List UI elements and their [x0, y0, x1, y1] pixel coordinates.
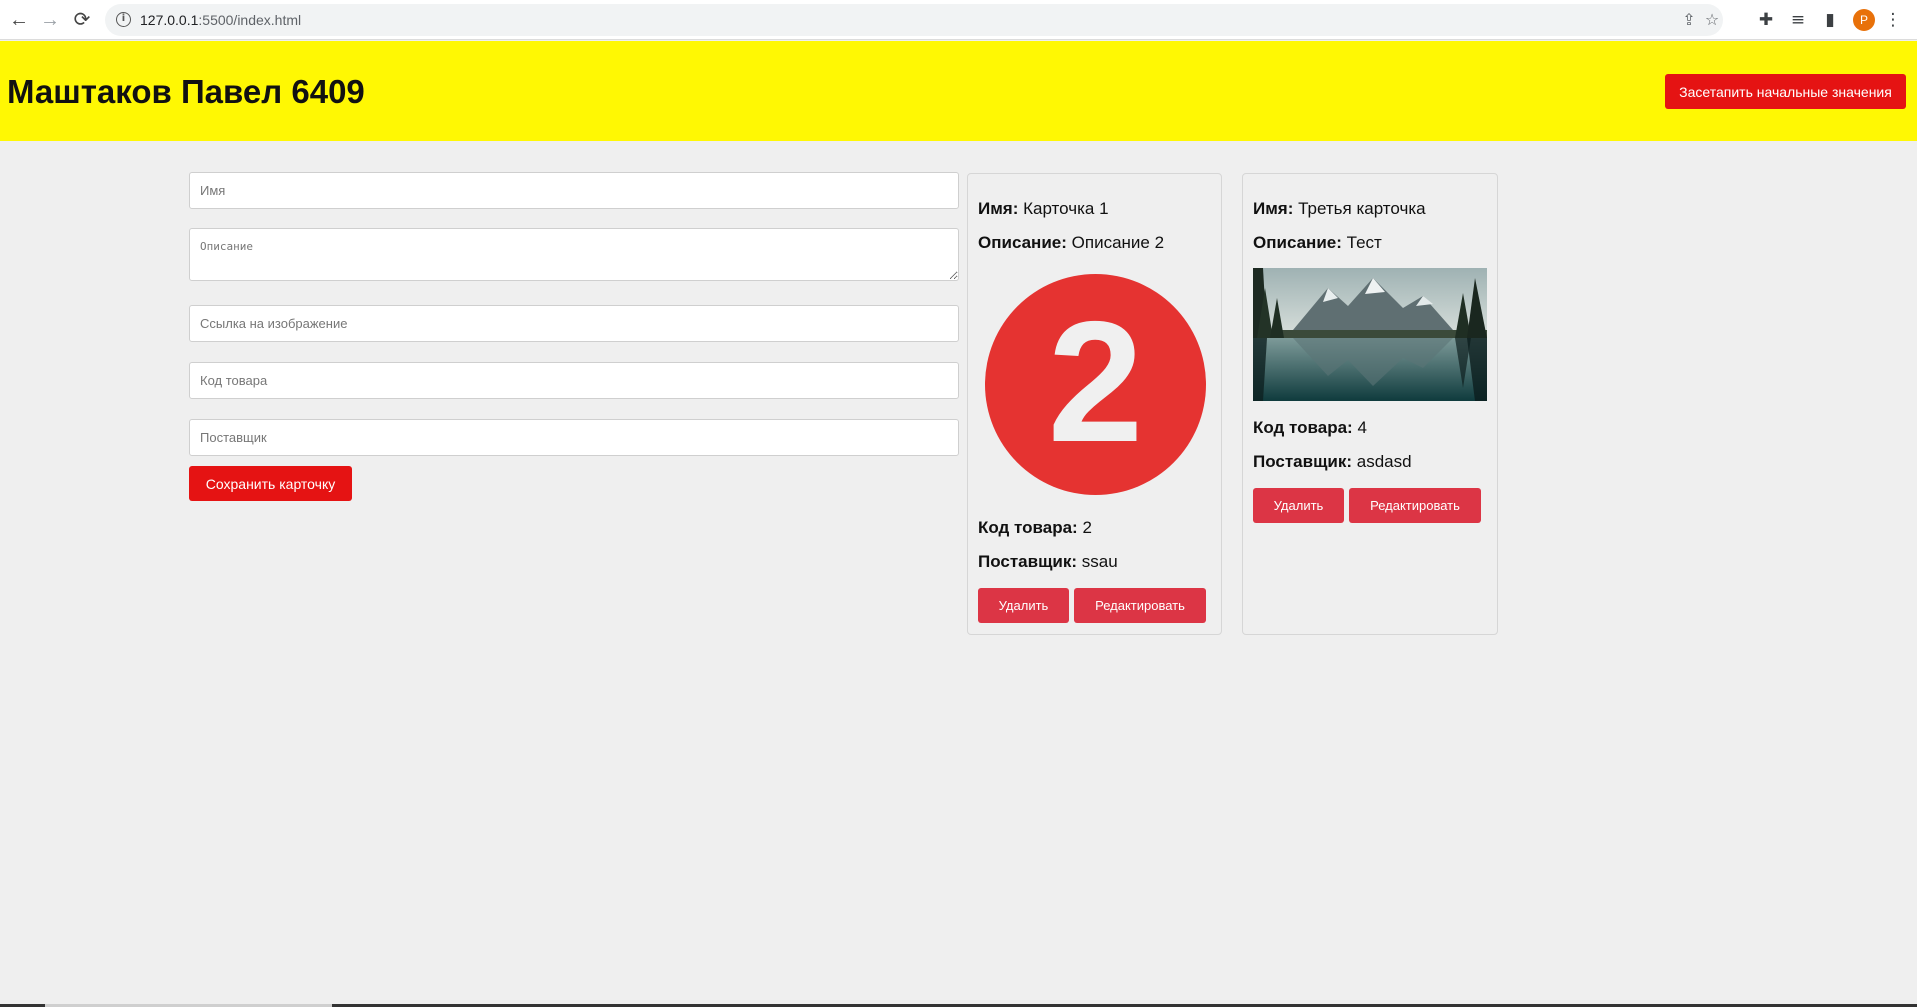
card-description-line: Описание: Тест [1253, 233, 1382, 253]
card-code-value: 4 [1357, 418, 1367, 437]
card-supplier-value: ssau [1081, 552, 1118, 571]
card-code-label: Код товара: [1253, 418, 1353, 437]
product-card: Имя: Третья карточка Описание: Тест Код … [1242, 173, 1498, 635]
supplier-input[interactable] [189, 419, 959, 456]
card-supplier-value: asdasd [1356, 452, 1412, 471]
forward-icon[interactable]: → [38, 8, 62, 32]
card-code-line: Код товара: 2 [978, 518, 1092, 538]
share-icon[interactable]: ⇪ [1680, 11, 1698, 29]
card-description-line: Описание: Описание 2 [978, 233, 1164, 253]
page-header: Маштаков Павел 6409 Засетапить начальные… [0, 41, 1917, 141]
description-textarea[interactable] [189, 228, 959, 281]
card-image [1253, 268, 1487, 401]
profile-avatar[interactable]: P [1853, 9, 1875, 31]
landscape-image [1253, 268, 1487, 401]
back-icon[interactable]: ← [7, 8, 31, 32]
card-name-value: Третья карточка [1298, 199, 1426, 218]
card-description-label: Описание: [1253, 233, 1342, 252]
card-supplier-label: Поставщик: [978, 552, 1078, 571]
card-name-line: Имя: Третья карточка [1253, 199, 1426, 219]
card-name-line: Имя: Карточка 1 [978, 199, 1109, 219]
product-code-input[interactable] [189, 362, 959, 399]
save-card-button[interactable]: Сохранить карточку [189, 466, 352, 501]
card-code-line: Код товара: 4 [1253, 418, 1367, 438]
page-title: Маштаков Павел 6409 [7, 73, 365, 110]
card-description-value: Описание 2 [1071, 233, 1165, 252]
bookmark-star-icon[interactable]: ☆ [1703, 11, 1721, 29]
card-supplier-line: Поставщик: asdasd [1253, 452, 1412, 472]
side-panel-icon[interactable]: ▮ [1819, 9, 1841, 31]
card-code-value: 2 [1082, 518, 1092, 537]
url-host: 127.0.0.1 [140, 12, 199, 28]
card-name-label: Имя: [1253, 199, 1294, 218]
site-info-icon[interactable]: i [116, 12, 131, 27]
card-supplier-line: Поставщик: ssau [978, 552, 1118, 572]
card-name-label: Имя: [978, 199, 1019, 218]
delete-card-button[interactable]: Удалить [978, 588, 1069, 623]
card-description-label: Описание: [978, 233, 1067, 252]
address-bar[interactable]: i 127.0.0.1:5500/index.html ⇪ ☆ [105, 4, 1723, 36]
image-url-input[interactable] [189, 305, 959, 342]
reload-icon[interactable]: ⟳ [70, 8, 94, 32]
edit-card-button[interactable]: Редактировать [1074, 588, 1206, 623]
menu-kebab-icon[interactable]: ⋮ [1882, 9, 1904, 31]
card-code-label: Код товара: [978, 518, 1078, 537]
reading-list-icon[interactable]: ≡ [1787, 9, 1809, 31]
card-image-number: 2 [1047, 285, 1144, 478]
card-image: 2 [985, 274, 1206, 495]
card-name-value: Карточка 1 [1023, 199, 1109, 218]
browser-toolbar: ← → ⟳ i 127.0.0.1:5500/index.html ⇪ ☆ ✚ … [0, 0, 1917, 40]
extensions-icon[interactable]: ✚ [1755, 9, 1777, 31]
url-path: :5500/index.html [198, 12, 302, 28]
product-card: Имя: Карточка 1 Описание: Описание 2 2 К… [967, 173, 1222, 635]
card-description-value: Тест [1346, 233, 1382, 252]
edit-card-button[interactable]: Редактировать [1349, 488, 1481, 523]
delete-card-button[interactable]: Удалить [1253, 488, 1344, 523]
name-input[interactable] [189, 172, 959, 209]
url-text: 127.0.0.1:5500/index.html [140, 12, 301, 28]
card-supplier-label: Поставщик: [1253, 452, 1353, 471]
seed-initial-values-button[interactable]: Засетапить начальные значения [1665, 74, 1906, 109]
